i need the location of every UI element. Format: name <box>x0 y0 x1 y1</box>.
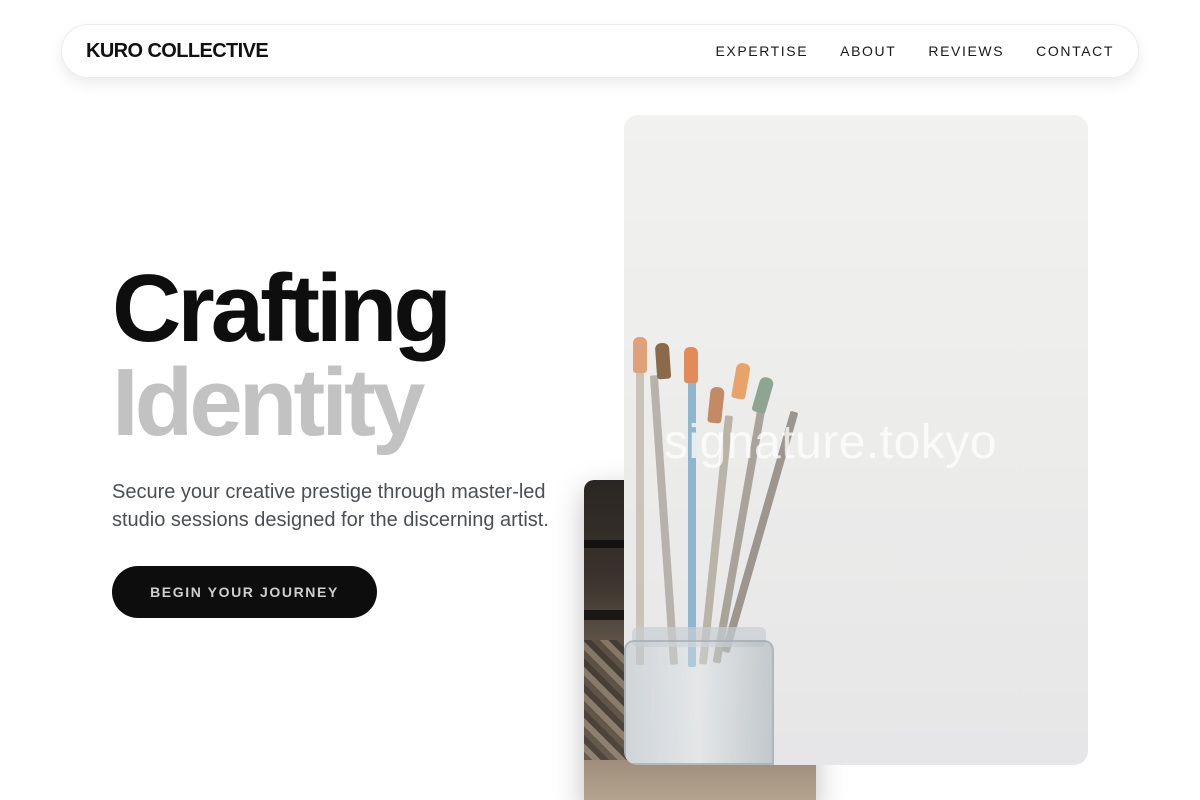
brand-logo[interactable]: KURO COLLECTIVE <box>86 40 269 63</box>
brush-tip <box>684 347 698 383</box>
nav-link-contact[interactable]: CONTACT <box>1036 43 1114 59</box>
navbar: KURO COLLECTIVE EXPERTISE ABOUT REVIEWS … <box>61 24 1139 78</box>
glass-jar <box>624 640 774 765</box>
brush-tip <box>633 337 647 373</box>
nav-links: EXPERTISE ABOUT REVIEWS CONTACT <box>715 43 1114 59</box>
hero-subtitle: Secure your creative prestige through ma… <box>112 481 549 531</box>
brush-tip <box>730 362 752 400</box>
brushes-photo: signature.tokyo <box>624 115 1088 765</box>
nav-link-about[interactable]: ABOUT <box>840 43 896 59</box>
hero-title-line2: Identity <box>112 349 425 456</box>
hero-title-line1: Crafting <box>112 255 452 362</box>
page: KURO COLLECTIVE EXPERTISE ABOUT REVIEWS … <box>0 0 1200 800</box>
brush-tip <box>654 342 672 380</box>
nav-link-expertise[interactable]: EXPERTISE <box>715 43 808 59</box>
watermark-text: signature.tokyo <box>664 416 998 469</box>
nav-link-reviews[interactable]: REVIEWS <box>928 43 1004 59</box>
hero-title: Crafting Identity <box>112 255 452 456</box>
begin-journey-button[interactable]: BEGIN YOUR JOURNEY <box>112 566 377 618</box>
brush-tip <box>751 375 775 415</box>
brush-handle <box>636 365 644 665</box>
